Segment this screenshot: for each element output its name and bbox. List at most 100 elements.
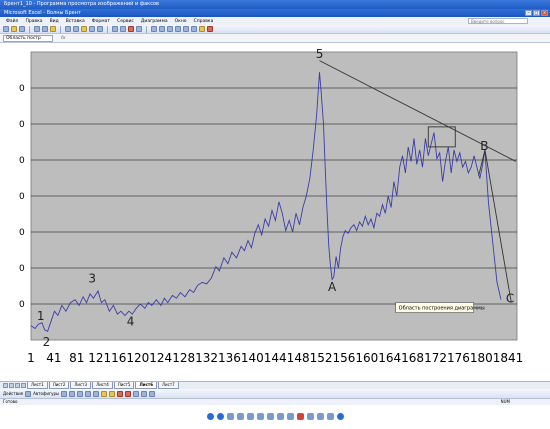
help-search-input[interactable]: Введите вопрос: [468, 18, 528, 24]
align-right-icon[interactable]: [191, 26, 197, 32]
y-tick-fragment: 0: [19, 156, 25, 166]
status-bar: Готово NUM: [0, 398, 550, 405]
name-box[interactable]: Область постр: [3, 34, 53, 42]
select-objects-icon[interactable]: [25, 390, 32, 397]
menu-file[interactable]: Файл: [6, 19, 18, 24]
chart-area[interactable]: 0 0 0 0 0 0 0 1 41 81 121 161 201 241 281 321 361 401 441 4…: [19, 44, 529, 380]
underline-icon[interactable]: [167, 26, 173, 32]
paste-icon[interactable]: [81, 26, 87, 32]
minimize-button[interactable]: –: [525, 10, 532, 16]
copy-icon[interactable]: [73, 26, 79, 32]
x-tick-label: 281: [180, 351, 203, 365]
previous-image-icon[interactable]: [206, 412, 214, 420]
line-color-icon[interactable]: [117, 390, 124, 397]
menu-edit[interactable]: Правка: [25, 19, 42, 24]
slideshow-icon[interactable]: [246, 412, 254, 420]
print-icon[interactable]: [34, 26, 40, 32]
status-ready: Готово: [3, 399, 18, 404]
fill-color-icon[interactable]: [199, 26, 205, 32]
x-tick-label: 641: [386, 351, 409, 365]
y-tick-fragment: 0: [19, 192, 25, 202]
last-sheet-icon[interactable]: [21, 383, 26, 388]
delete-icon[interactable]: [296, 412, 304, 420]
spell-icon[interactable]: [50, 26, 56, 32]
tab-sheet3[interactable]: Лист3: [70, 382, 92, 389]
x-tick-label: 561: [340, 351, 363, 365]
first-sheet-icon[interactable]: [3, 383, 8, 388]
bold-icon[interactable]: [151, 26, 157, 32]
undo-icon[interactable]: [89, 26, 95, 32]
x-tick-label: 121: [88, 351, 111, 365]
save-icon[interactable]: [19, 26, 25, 32]
align-left-icon[interactable]: [175, 26, 181, 32]
tab-sheet4[interactable]: Лист4: [92, 382, 113, 389]
fill-icon[interactable]: [109, 390, 116, 397]
redo-icon[interactable]: [97, 26, 103, 32]
zoom-out-icon[interactable]: [266, 412, 274, 420]
prev-sheet-icon[interactable]: [9, 383, 14, 388]
line-icon[interactable]: [61, 390, 68, 397]
save-image-icon[interactable]: [316, 412, 324, 420]
next-sheet-icon[interactable]: [15, 383, 20, 388]
open-icon[interactable]: [11, 26, 17, 32]
x-tick-label: 361: [226, 351, 249, 365]
y-tick-fragment: 0: [19, 300, 25, 310]
menu-format[interactable]: Формат: [92, 19, 110, 24]
new-icon[interactable]: [3, 26, 9, 32]
excel-title: Microsoft Excel - Волны Брент: [4, 10, 81, 16]
rotate-ccw-icon[interactable]: [286, 412, 294, 420]
textbox-icon[interactable]: [93, 390, 100, 397]
next-image-icon[interactable]: [216, 412, 224, 420]
toolbar-divider: [146, 25, 147, 33]
tab-sheet2[interactable]: Лист2: [48, 382, 70, 389]
best-fit-icon[interactable]: [226, 412, 234, 420]
menu-tools[interactable]: Сервис: [117, 19, 134, 24]
viewer-toolbar: [0, 410, 550, 422]
menu-view[interactable]: Вид: [50, 19, 59, 24]
italic-icon[interactable]: [159, 26, 165, 32]
zoom-in-icon[interactable]: [256, 412, 264, 420]
wave-label: 4: [127, 315, 135, 329]
shadow-icon[interactable]: [141, 390, 148, 397]
x-tick-label: 681: [409, 351, 432, 365]
tab-sheet7[interactable]: Лист7: [158, 382, 179, 389]
help-icon[interactable]: [336, 412, 344, 420]
menu-insert[interactable]: Вставка: [66, 19, 85, 24]
actual-size-icon[interactable]: [236, 412, 244, 420]
drawing-icon[interactable]: [136, 26, 142, 32]
align-center-icon[interactable]: [183, 26, 189, 32]
text-color-icon[interactable]: [125, 390, 132, 397]
3d-icon[interactable]: [149, 390, 156, 397]
preview-icon[interactable]: [42, 26, 48, 32]
tab-sheet6[interactable]: Лист6: [135, 382, 158, 389]
viewer-title: Брент1_10 - Программа просмотра изображе…: [4, 1, 159, 7]
maximize-button[interactable]: □: [533, 10, 540, 16]
autoshapes-menu[interactable]: Автофигуры: [33, 391, 59, 396]
x-tick-label: 41: [46, 351, 61, 365]
x-tick-label: 401: [249, 351, 272, 365]
x-tick-label: 521: [317, 351, 340, 365]
menu-help[interactable]: Справка: [194, 19, 214, 24]
actions-menu[interactable]: Действия: [3, 391, 23, 396]
chart-wizard-icon[interactable]: [128, 26, 134, 32]
tab-sheet5[interactable]: Лист5: [113, 382, 135, 389]
sort-icon[interactable]: [120, 26, 126, 32]
cut-icon[interactable]: [65, 26, 71, 32]
y-tick-fragment: 0: [19, 120, 25, 130]
line-style-icon[interactable]: [133, 390, 140, 397]
close-button[interactable]: ×: [541, 10, 548, 16]
fx-icon[interactable]: fx: [61, 36, 65, 41]
edit-image-icon[interactable]: [326, 412, 334, 420]
oval-icon[interactable]: [85, 390, 92, 397]
arrow-icon[interactable]: [69, 390, 76, 397]
print-image-icon[interactable]: [306, 412, 314, 420]
chart-svg[interactable]: 00000001 41 81 121 161 201 241 281 321 361 401 441 4…: [19, 44, 529, 380]
font-color-icon[interactable]: [207, 26, 213, 32]
menu-window[interactable]: Окно: [175, 19, 187, 24]
rotate-cw-icon[interactable]: [276, 412, 284, 420]
tab-sheet1[interactable]: Лист1: [27, 382, 48, 389]
wordart-icon[interactable]: [101, 390, 108, 397]
menu-chart[interactable]: Диаграмма: [141, 19, 168, 24]
sum-icon[interactable]: [112, 26, 118, 32]
rectangle-icon[interactable]: [77, 390, 84, 397]
